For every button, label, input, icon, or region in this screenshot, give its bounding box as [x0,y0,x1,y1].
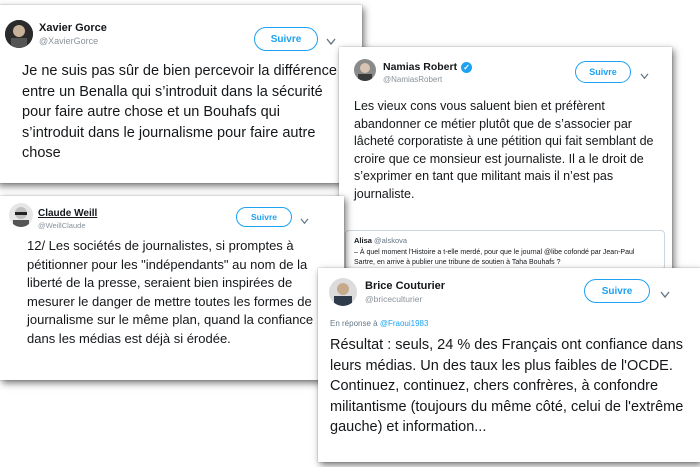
tweet-text: Les vieux cons vous saluent bien et préf… [354,99,654,201]
follow-button[interactable]: Suivre [254,27,318,51]
reply-prefix: En réponse à [330,319,378,328]
author-name[interactable]: Namias Robert ✓ [383,61,473,73]
chevron-down-icon[interactable] [660,286,670,304]
follow-button[interactable]: Suivre [236,207,292,227]
author-handle[interactable]: @briceculturier [365,294,422,304]
quoted-text: – À quel moment l'Histoire a t-elle merd… [354,249,635,266]
verified-badge-icon: ✓ [461,61,473,73]
chevron-down-icon[interactable] [300,212,309,230]
chevron-down-icon[interactable] [640,67,649,85]
reply-context: En réponse à @Fraoui1983 [330,319,428,328]
tweet-card-claude-weill: Claude Weill @WeillClaude Suivre 12/ Les… [0,196,344,380]
tweet-card-xavier-gorce: Xavier Gorce @XavierGorce Suivre Je ne s… [0,5,362,183]
avatar[interactable] [5,20,33,48]
follow-button[interactable]: Suivre [575,61,631,83]
follow-button[interactable]: Suivre [584,279,650,303]
author-handle[interactable]: @NamiasRobert [383,75,442,84]
tweet-text: 12/ Les sociétés de journalistes, si pro… [27,238,314,346]
avatar[interactable] [329,278,357,306]
reply-handle-link[interactable]: @Fraoui1983 [380,319,429,328]
quoted-handle: @alskova [374,236,408,245]
tweet-text: Je ne suis pas sûr de bien percevoir la … [22,63,337,161]
author-handle[interactable]: @WeillClaude [38,221,86,230]
author-name[interactable]: Brice Couturier [365,280,445,292]
avatar[interactable] [9,203,33,227]
author-handle[interactable]: @XavierGorce [39,36,98,46]
tweet-text: Résultat : seuls, 24 % des Français ont … [330,337,684,435]
quoted-tweet[interactable]: Alisa @alskova – À quel moment l'Histoir… [345,230,665,270]
author-name[interactable]: Xavier Gorce [39,22,107,34]
avatar[interactable] [354,59,376,81]
author-name-text: Namias Robert [383,61,458,73]
tweet-card-brice-couturier: Brice Couturier @briceculturier Suivre E… [318,268,700,462]
chevron-down-icon[interactable] [326,33,336,51]
quoted-author: Alisa [354,236,372,245]
tweet-card-namias-robert: Namias Robert ✓ @NamiasRobert Suivre Les … [339,47,672,275]
author-name[interactable]: Claude Weill [38,208,97,219]
